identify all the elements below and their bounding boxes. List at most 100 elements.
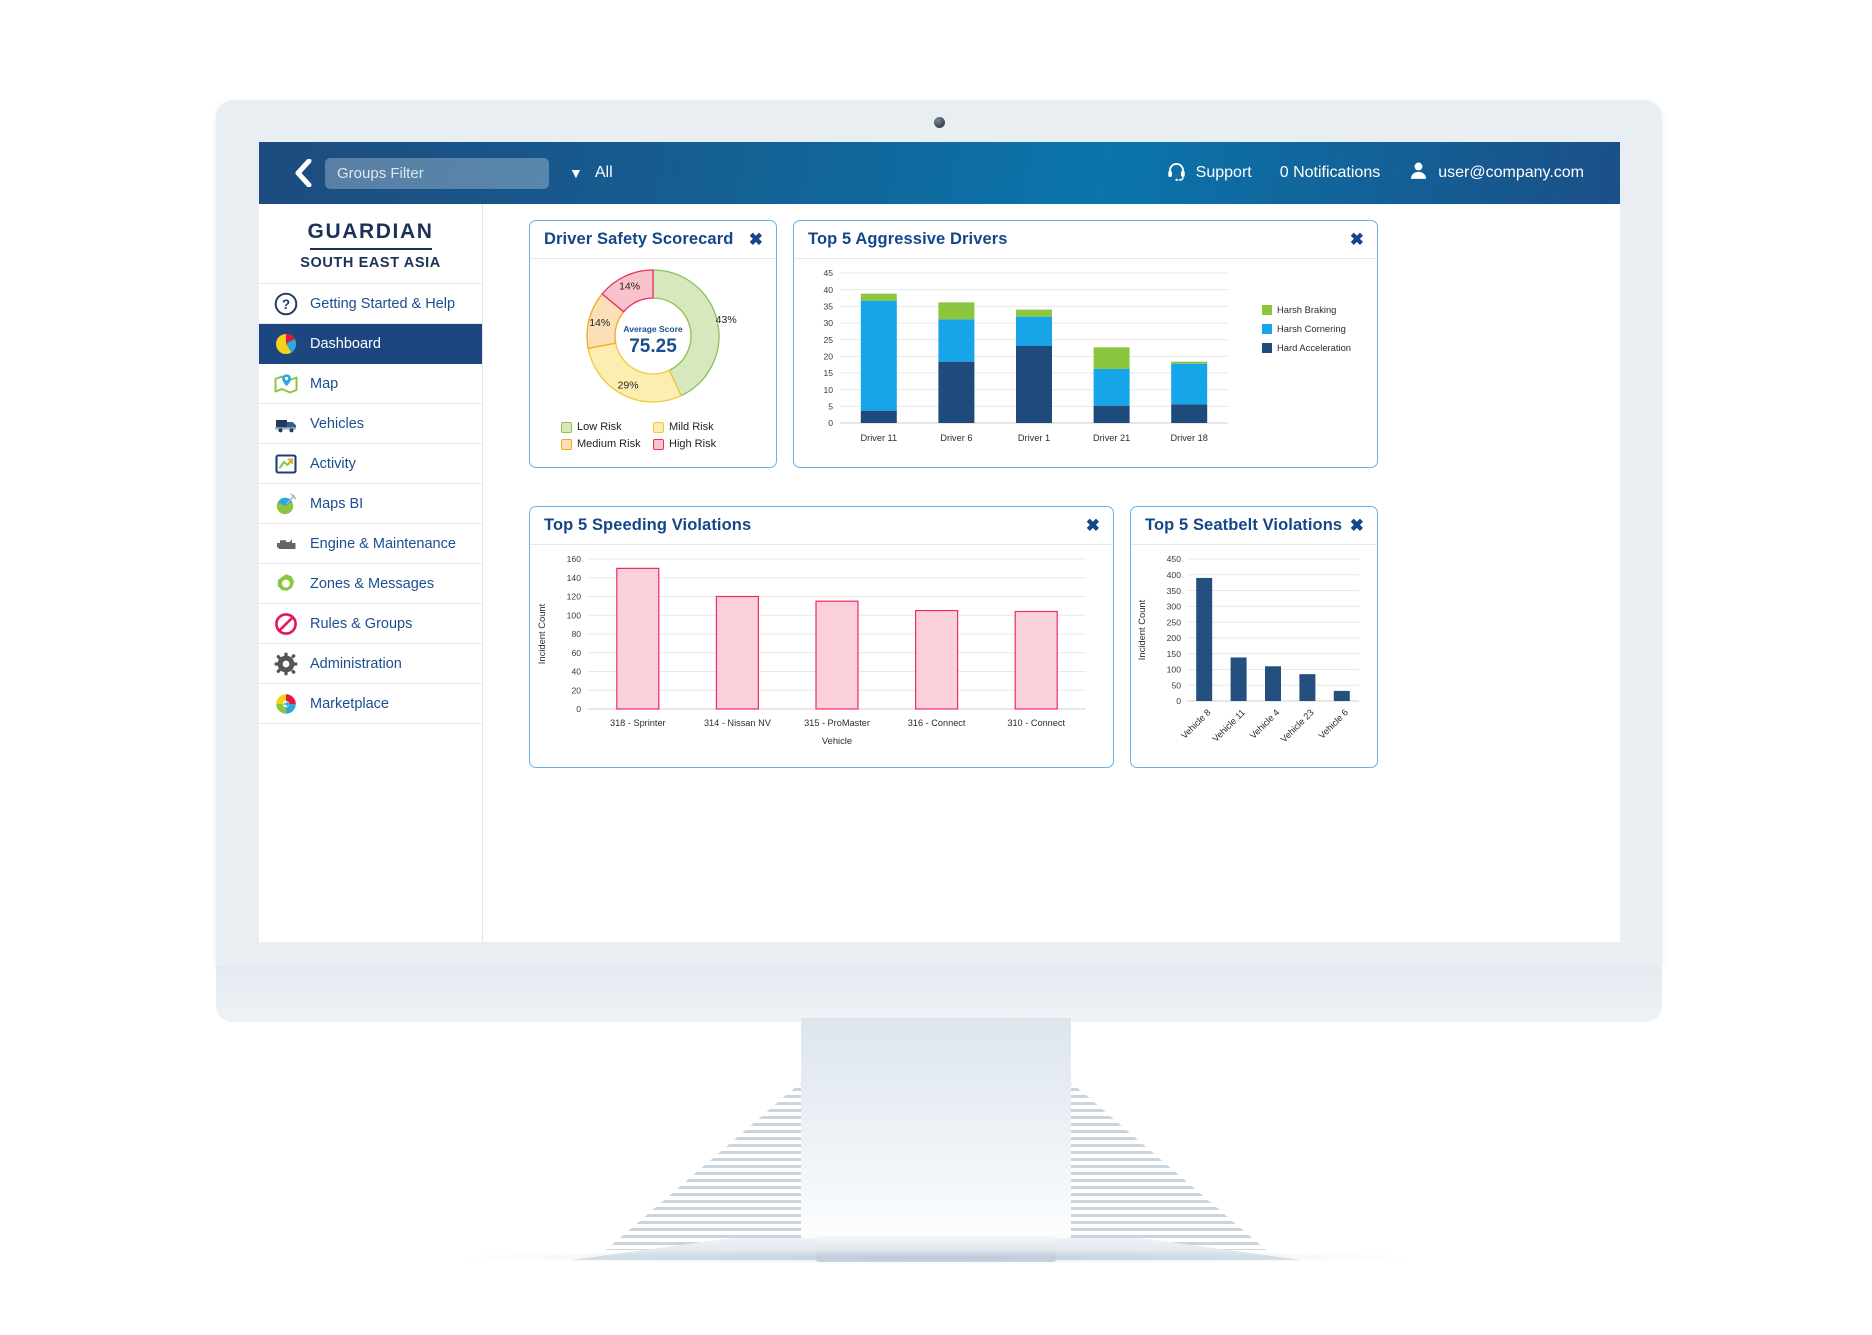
sidebar-item-vehicles[interactable]: Vehicles <box>259 404 482 444</box>
y-axis-tick: 140 <box>567 573 582 583</box>
sidebar-item-administration[interactable]: Administration <box>259 644 482 684</box>
user-account-button[interactable]: user@company.com <box>1408 160 1584 186</box>
bar <box>1230 657 1247 701</box>
donut-value-label: 14% <box>589 317 610 329</box>
y-axis-tick: 0 <box>1176 696 1181 706</box>
bar <box>1333 690 1350 701</box>
groups-filter-input[interactable] <box>325 157 549 189</box>
bar-segment <box>938 361 975 423</box>
legend-label: Mild Risk <box>669 421 714 433</box>
x-axis-category-label: Vehicle 8 <box>1179 707 1212 740</box>
y-axis-tick: 450 <box>1167 554 1182 564</box>
sidebar-item-label: Rules & Groups <box>310 615 413 632</box>
donut-legend: Low Risk Mild Risk Medium Risk High Risk <box>530 421 776 450</box>
panel-body: 43% 29% 14% 14% Average Score 75.25 Low Risk … <box>530 259 776 467</box>
y-axis-tick: 45 <box>823 268 833 278</box>
legend-label: Hard Acceleration <box>1277 342 1351 353</box>
y-axis-tick: 200 <box>1167 633 1182 643</box>
question-circle-icon: ? <box>273 291 299 317</box>
y-axis-tick: 20 <box>823 352 833 362</box>
chevron-left-icon[interactable] <box>285 159 319 187</box>
sidebar-item-zones-messages[interactable]: Zones & Messages <box>259 564 482 604</box>
y-axis-tick: 15 <box>823 368 833 378</box>
close-icon[interactable]: ✖ <box>1086 517 1100 534</box>
legend-item-high-risk: High Risk <box>653 438 745 450</box>
x-axis-category-label: 316 - Connect <box>908 718 966 728</box>
y-axis-tick: 400 <box>1167 570 1182 580</box>
sidebar-item-getting-started[interactable]: ? Getting Started & Help <box>259 284 482 324</box>
chevron-down-icon[interactable]: ▼ <box>569 165 583 181</box>
user-email-label: user@company.com <box>1438 164 1584 181</box>
sidebar-item-label: Maps BI <box>310 495 364 512</box>
panel-header: Top 5 Seatbelt Violations ✖ <box>1131 507 1377 545</box>
panel-body: 0 5 10 15 20 25 30 35 40 45 Driver 11 Driver 6 Drive… <box>794 259 1377 467</box>
panel-header: Top 5 Aggressive Drivers ✖ <box>794 221 1377 259</box>
panel-driver-safety-scorecard: Driver Safety Scorecard ✖ 43% 29% 14% 14% Av… <box>529 220 777 468</box>
bar-segment <box>1016 316 1052 346</box>
sidebar-item-label: Activity <box>310 455 356 472</box>
panel-top-5-seatbelt-violations: Top 5 Seatbelt Violations ✖ 0 50 100 150 200… <box>1130 506 1378 768</box>
bar-segment <box>1093 405 1130 423</box>
y-axis-tick: 20 <box>571 685 581 695</box>
monitor-shadow <box>461 1250 1411 1264</box>
y-axis-tick: 0 <box>576 704 581 714</box>
close-icon[interactable]: ✖ <box>749 231 763 248</box>
bar-segment <box>1016 309 1052 317</box>
bar-segment <box>938 319 975 362</box>
x-axis-category-label: Driver 11 <box>861 433 898 443</box>
sidebar-item-engine-maintenance[interactable]: Engine & Maintenance <box>259 524 482 564</box>
panel-header: Top 5 Speeding Violations ✖ <box>530 507 1113 545</box>
x-axis-category-label: Vehicle 11 <box>1210 707 1247 744</box>
sidebar-item-rules-groups[interactable]: Rules & Groups <box>259 604 482 644</box>
y-axis-tick: 160 <box>567 554 582 564</box>
y-axis-tick: 120 <box>567 592 582 602</box>
sidebar-item-maps-bi[interactable]: Maps BI <box>259 484 482 524</box>
logo-divider <box>309 248 432 250</box>
bar-segment <box>1171 363 1208 405</box>
marketplace-icon <box>273 691 299 717</box>
y-axis-tick: 100 <box>1167 665 1182 675</box>
bar-segment <box>860 300 897 411</box>
bar-segment <box>1171 404 1208 423</box>
donut-value-label: 43% <box>716 314 737 326</box>
x-axis-category-label: Driver 21 <box>1093 433 1130 443</box>
y-axis-tick: 35 <box>823 302 833 312</box>
close-icon[interactable]: ✖ <box>1350 231 1364 248</box>
sidebar-item-marketplace[interactable]: Marketplace <box>259 684 482 724</box>
close-icon[interactable]: ✖ <box>1350 517 1364 534</box>
topbar-right-group: Support 0 Notifications user@company.com <box>1166 160 1584 186</box>
support-button[interactable]: Support <box>1166 160 1252 186</box>
legend-item-mild-risk: Mild Risk <box>653 421 745 433</box>
bar-segment <box>1093 347 1130 369</box>
top-navigation-bar: ▼ All Support 0 Notificatio <box>259 142 1620 204</box>
x-axis-category-label: Driver 18 <box>1171 433 1208 443</box>
x-axis-category-label: 310 - Connect <box>1007 718 1065 728</box>
logo-wordmark: GUARDIAN <box>307 220 434 243</box>
truck-icon <box>273 411 299 437</box>
sidebar-item-label: Getting Started & Help <box>310 295 456 312</box>
support-label: Support <box>1195 164 1252 181</box>
sidebar-item-label: Engine & Maintenance <box>310 535 456 552</box>
panel-body: 0 50 100 150 200 250 300 350 400 450 Vehicle 8 Vehi… <box>1131 545 1377 767</box>
y-axis-tick: 80 <box>571 629 581 639</box>
donut-value-label: 14% <box>619 281 640 293</box>
legend-swatch <box>1262 305 1272 315</box>
bar <box>915 609 959 710</box>
y-axis-tick: 25 <box>823 335 833 345</box>
y-axis-tick: 60 <box>571 648 581 658</box>
webcam-icon <box>933 117 945 128</box>
y-axis-tick: 250 <box>1167 617 1182 627</box>
monitor-chin <box>216 966 1662 1022</box>
sidebar-item-map[interactable]: Map <box>259 364 482 404</box>
sidebar-item-label: Map <box>310 375 339 392</box>
notifications-link[interactable]: 0 Notifications <box>1280 164 1381 182</box>
sidebar-item-dashboard[interactable]: Dashboard <box>259 324 482 364</box>
sidebar-item-activity[interactable]: Activity <box>259 444 482 484</box>
legend-swatch <box>561 438 572 450</box>
sidebar-item-label: Vehicles <box>310 415 365 432</box>
x-axis-category-label: Driver 6 <box>940 433 972 443</box>
y-axis-tick: 40 <box>571 667 581 677</box>
y-axis-tick: 40 <box>823 285 833 295</box>
sidebar: GUARDIAN SOUTH EAST ASIA ? Getting Start… <box>259 204 483 942</box>
map-pin-icon <box>273 371 299 397</box>
